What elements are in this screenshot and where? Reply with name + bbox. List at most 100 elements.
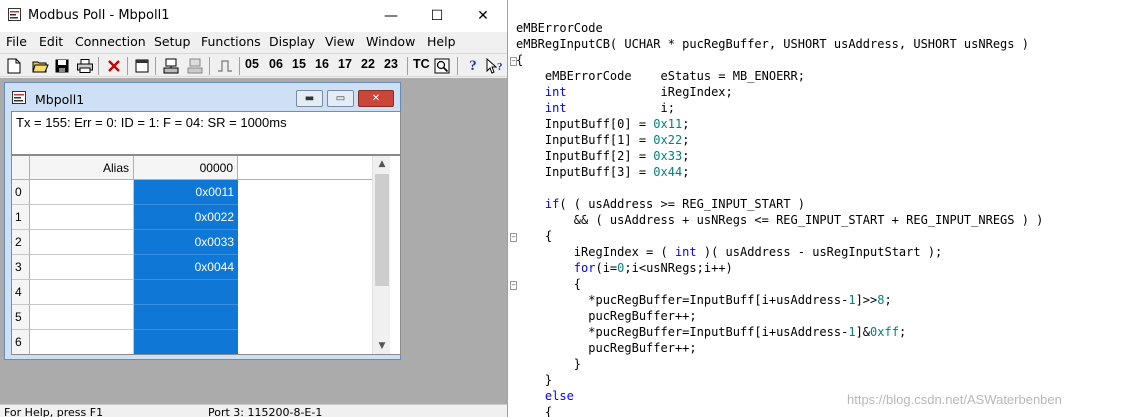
menu-setup[interactable]: Setup: [154, 34, 190, 49]
scan-icon[interactable]: [432, 56, 452, 76]
code-line: && ( usAddress + usNRegs <= REG_INPUT_ST…: [516, 213, 1044, 229]
fc-16-button[interactable]: 16: [315, 57, 329, 71]
scroll-down-icon[interactable]: ▼: [373, 338, 391, 354]
fc-22-button[interactable]: 22: [361, 57, 375, 71]
code-keyword: int: [544, 101, 567, 115]
menu-file[interactable]: File: [6, 34, 27, 49]
code-keyword: for: [573, 261, 596, 275]
register-value-cell[interactable]: [134, 330, 238, 354]
scrollbar-thumb[interactable]: [375, 174, 389, 286]
fc-15-button[interactable]: 15: [292, 57, 306, 71]
code-line: InputBuff[3] = 0x44;: [516, 165, 690, 181]
menu-connection[interactable]: Connection: [75, 34, 146, 49]
minimize-icon: —: [384, 8, 398, 24]
delete-icon[interactable]: [104, 56, 124, 76]
status-bar: For Help, press F1 Port 3: 115200-8-E-1: [0, 404, 507, 417]
toolbar: 05 06 15 16 17 22 23 TC ? ?: [0, 53, 507, 77]
menu-functions[interactable]: Functions: [201, 34, 261, 49]
scroll-up-icon[interactable]: ▲: [373, 156, 391, 172]
child-close-button[interactable]: ✕: [358, 90, 394, 107]
alias-cell[interactable]: [30, 180, 134, 205]
save-icon[interactable]: [52, 56, 72, 76]
mbpoll1-child-window[interactable]: Mbpoll1 ▬ ▭ ✕ Tx = 155: Err = 0: ID = 1:…: [4, 82, 401, 360]
register-value-cell[interactable]: 0x0033: [134, 230, 238, 255]
alias-cell[interactable]: [30, 230, 134, 255]
alias-cell[interactable]: [30, 305, 134, 330]
code-editor[interactable]: eMBErrorCode eMBRegInputCB( UCHAR * pucRe…: [509, 0, 1124, 417]
register-value-cell[interactable]: [134, 280, 238, 305]
alias-cell[interactable]: [30, 330, 134, 354]
row-number: 1: [12, 205, 30, 230]
column-header-alias[interactable]: Alias: [30, 156, 134, 180]
menu-display[interactable]: Display: [269, 34, 315, 49]
maximize-button[interactable]: ☐: [414, 0, 460, 32]
alias-cell[interactable]: [30, 205, 134, 230]
fc-05-button[interactable]: 05: [245, 57, 259, 71]
code-text: {: [516, 229, 553, 243]
menu-window[interactable]: Window: [366, 34, 415, 49]
alias-cell[interactable]: [30, 280, 134, 305]
window-icon[interactable]: [132, 56, 152, 76]
code-keyword: int: [544, 85, 567, 99]
code-text: ;: [682, 133, 690, 147]
menu-edit[interactable]: Edit: [39, 34, 63, 49]
code-line: *pucRegBuffer=InputBuff[i+usAddress-1]&0…: [516, 325, 906, 341]
close-button[interactable]: ✕: [460, 0, 506, 32]
write-icon[interactable]: [185, 56, 205, 76]
code-line: eMBRegInputCB( UCHAR * pucRegBuffer, USH…: [516, 37, 1029, 53]
fc-23-button[interactable]: 23: [384, 57, 398, 71]
code-text: ;: [682, 117, 690, 131]
fc-17-button[interactable]: 17: [338, 57, 352, 71]
register-value-cell[interactable]: [134, 305, 238, 330]
poll-status-text: Tx = 155: Err = 0: ID = 1: F = 04: SR = …: [16, 115, 287, 130]
register-value-cell[interactable]: 0x0011: [134, 180, 238, 205]
new-icon[interactable]: [4, 56, 24, 76]
print-icon[interactable]: [75, 56, 95, 76]
pulse-icon[interactable]: [215, 56, 235, 76]
child-window-title: Mbpoll1: [35, 92, 85, 107]
code-line: int i;: [516, 101, 675, 117]
code-text: InputBuff[3] =: [516, 165, 654, 179]
toolbar-separator: [209, 57, 210, 75]
fc-06-button[interactable]: 06: [269, 57, 283, 71]
alias-cell[interactable]: [30, 255, 134, 280]
row-number: 0: [12, 180, 30, 205]
context-help-icon[interactable]: ?: [485, 56, 505, 76]
tc-button[interactable]: TC: [413, 57, 430, 71]
restore-icon: ▭: [335, 93, 346, 104]
menu-view[interactable]: View: [325, 34, 355, 49]
menu-help[interactable]: Help: [427, 34, 456, 49]
row-number: 5: [12, 305, 30, 330]
code-text: eMBRegInputCB( UCHAR * pucRegBuffer, USH…: [516, 37, 1029, 51]
vertical-scrollbar[interactable]: ▲ ▼: [372, 156, 390, 354]
code-line: {: [516, 277, 581, 293]
title-bar[interactable]: Modbus Poll - Mbpoll1 — ☐ ✕: [0, 0, 507, 32]
fold-marker-icon[interactable]: −: [510, 57, 517, 66]
code-line: InputBuff[1] = 0x22;: [516, 133, 690, 149]
code-text: (i=: [595, 261, 618, 275]
register-table[interactable]: Alias 00000 0 0x0011 1 0x0022 2 0x0033 3…: [11, 155, 401, 355]
toolbar-separator: [155, 57, 156, 75]
code-line: pucRegBuffer++;: [516, 341, 696, 357]
read-icon[interactable]: [161, 56, 181, 76]
code-text: )( usAddress - usRegInputStart );: [696, 245, 943, 259]
column-header-address[interactable]: 00000: [134, 156, 238, 180]
child-minimize-button[interactable]: ▬: [296, 90, 323, 107]
register-value-cell[interactable]: 0x0044: [134, 255, 238, 280]
poll-status-panel: Tx = 155: Err = 0: ID = 1: F = 04: SR = …: [11, 111, 401, 155]
open-icon[interactable]: [30, 56, 50, 76]
code-keyword: if: [544, 197, 560, 211]
status-port-text: Port 3: 115200-8-E-1: [208, 406, 323, 417]
toolbar-separator: [239, 57, 240, 75]
code-number: 8: [877, 293, 885, 307]
child-maximize-button[interactable]: ▭: [327, 90, 354, 107]
minimize-button[interactable]: —: [368, 0, 414, 32]
code-text: *pucRegBuffer=InputBuff[i+usAddress-: [516, 325, 849, 339]
help-icon[interactable]: ?: [463, 56, 483, 76]
register-value-cell[interactable]: 0x0022: [134, 205, 238, 230]
fold-marker-icon[interactable]: −: [510, 233, 517, 242]
code-text: ;: [898, 325, 907, 339]
fold-marker-icon[interactable]: −: [510, 281, 517, 290]
